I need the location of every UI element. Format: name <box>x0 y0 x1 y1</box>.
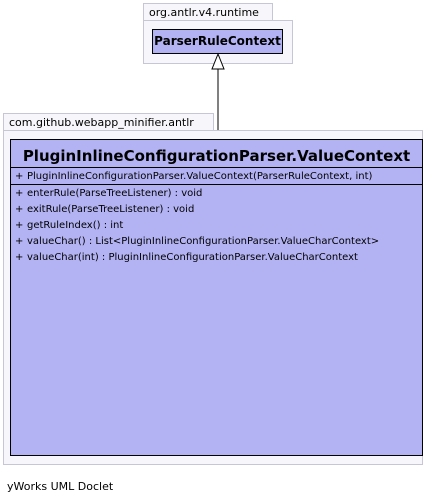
visibility-marker: + <box>15 236 24 247</box>
method-item: + valueChar(int) : PluginInlineConfigurat… <box>15 252 358 264</box>
package-label-minifier: com.github.webapp_minifier.antlr <box>9 116 194 129</box>
method-item: + enterRule(ParseTreeListener) : void <box>15 188 202 200</box>
main-class-box[interactable]: PluginInlineConfigurationParser.ValueCon… <box>10 139 423 456</box>
method-signature: valueChar(int) : PluginInlineConfigurati… <box>27 252 358 263</box>
method-signature: exitRule(ParseTreeListener) : void <box>27 204 195 215</box>
visibility-marker: + <box>15 252 24 263</box>
title-separator <box>11 167 422 168</box>
visibility-marker: + <box>15 204 24 215</box>
constructor-signature: PluginInlineConfigurationParser.ValueCon… <box>27 171 373 182</box>
method-item: + exitRule(ParseTreeListener) : void <box>15 204 194 216</box>
footer-credit: yWorks UML Doclet <box>7 480 114 493</box>
visibility-marker: + <box>15 220 24 231</box>
visibility-marker: + <box>15 188 24 199</box>
visibility-marker: + <box>15 171 24 182</box>
method-signature: enterRule(ParseTreeListener) : void <box>27 188 203 199</box>
method-item: + getRuleIndex() : int <box>15 220 123 232</box>
main-class-name: PluginInlineConfigurationParser.ValueCon… <box>22 147 411 165</box>
package-tab-minifier: com.github.webapp_minifier.antlr <box>3 113 214 131</box>
method-signature: valueChar() : List<PluginInlineConfigura… <box>27 236 380 247</box>
method-signature: getRuleIndex() : int <box>27 220 124 231</box>
constructor-separator <box>11 184 422 185</box>
constructor-item: + PluginInlineConfigurationParser.ValueCo… <box>15 171 372 183</box>
method-item: + valueChar() : List<PluginInlineConfigur… <box>15 236 379 248</box>
